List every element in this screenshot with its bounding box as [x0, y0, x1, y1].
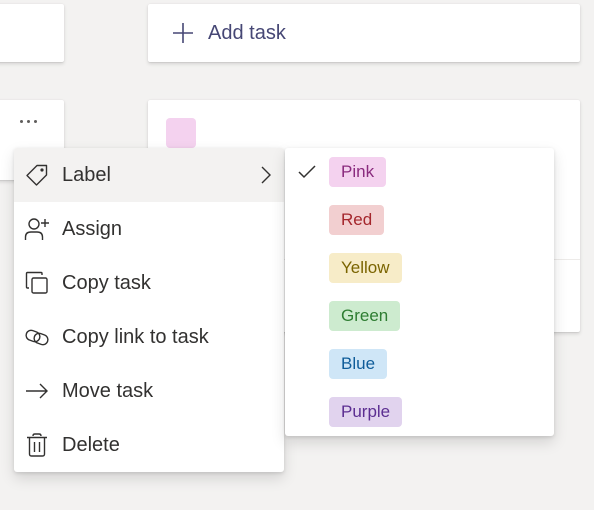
menu-item-copy-link[interactable]: Copy link to task: [14, 310, 284, 364]
more-options-icon[interactable]: [20, 120, 37, 123]
link-icon: [25, 329, 49, 346]
menu-item-label[interactable]: Label: [14, 148, 284, 202]
label-pill: Blue: [329, 349, 388, 379]
add-task-label: Add task: [208, 21, 286, 44]
add-task-card[interactable]: Add task: [148, 4, 580, 62]
plus-icon: [173, 23, 193, 43]
label-option-green[interactable]: Green: [285, 292, 554, 340]
label-submenu: Pink Red Yellow Green Blue Purple: [285, 148, 554, 436]
menu-item-delete[interactable]: Delete: [14, 418, 284, 472]
chevron-right-icon: [261, 166, 271, 184]
label-option-blue[interactable]: Blue: [285, 340, 554, 388]
arrow-right-icon: [26, 383, 48, 399]
menu-item-text: Assign: [62, 217, 123, 240]
label-pill: Pink: [329, 157, 387, 187]
task-label-swatch: [166, 118, 196, 148]
label-option-yellow[interactable]: Yellow: [285, 244, 554, 292]
checkmark-icon: [298, 165, 316, 179]
label-option-purple[interactable]: Purple: [285, 388, 554, 436]
menu-item-move-task[interactable]: Move task: [14, 364, 284, 418]
menu-item-text: Copy link to task: [62, 325, 209, 348]
menu-item-text: Move task: [62, 379, 154, 402]
task-card-partial[interactable]: [0, 4, 64, 62]
label-option-pink[interactable]: Pink: [285, 148, 554, 196]
copy-icon: [25, 271, 48, 294]
label-pill: Purple: [329, 397, 403, 427]
add-person-icon: [24, 218, 49, 240]
menu-item-text: Label: [62, 163, 111, 186]
label-option-red[interactable]: Red: [285, 196, 554, 244]
label-pill: Green: [329, 301, 401, 331]
menu-item-assign[interactable]: Assign: [14, 202, 284, 256]
label-pill: Red: [329, 205, 385, 235]
menu-item-text: Delete: [62, 433, 120, 456]
trash-icon: [27, 433, 47, 457]
add-task-button[interactable]: Add task: [172, 4, 286, 62]
menu-item-text: Copy task: [62, 271, 151, 294]
label-pill: Yellow: [329, 253, 402, 283]
menu-item-copy-task[interactable]: Copy task: [14, 256, 284, 310]
task-context-menu: Label Assign Copy task Copy link to task…: [14, 148, 284, 472]
tag-icon: [26, 164, 48, 186]
